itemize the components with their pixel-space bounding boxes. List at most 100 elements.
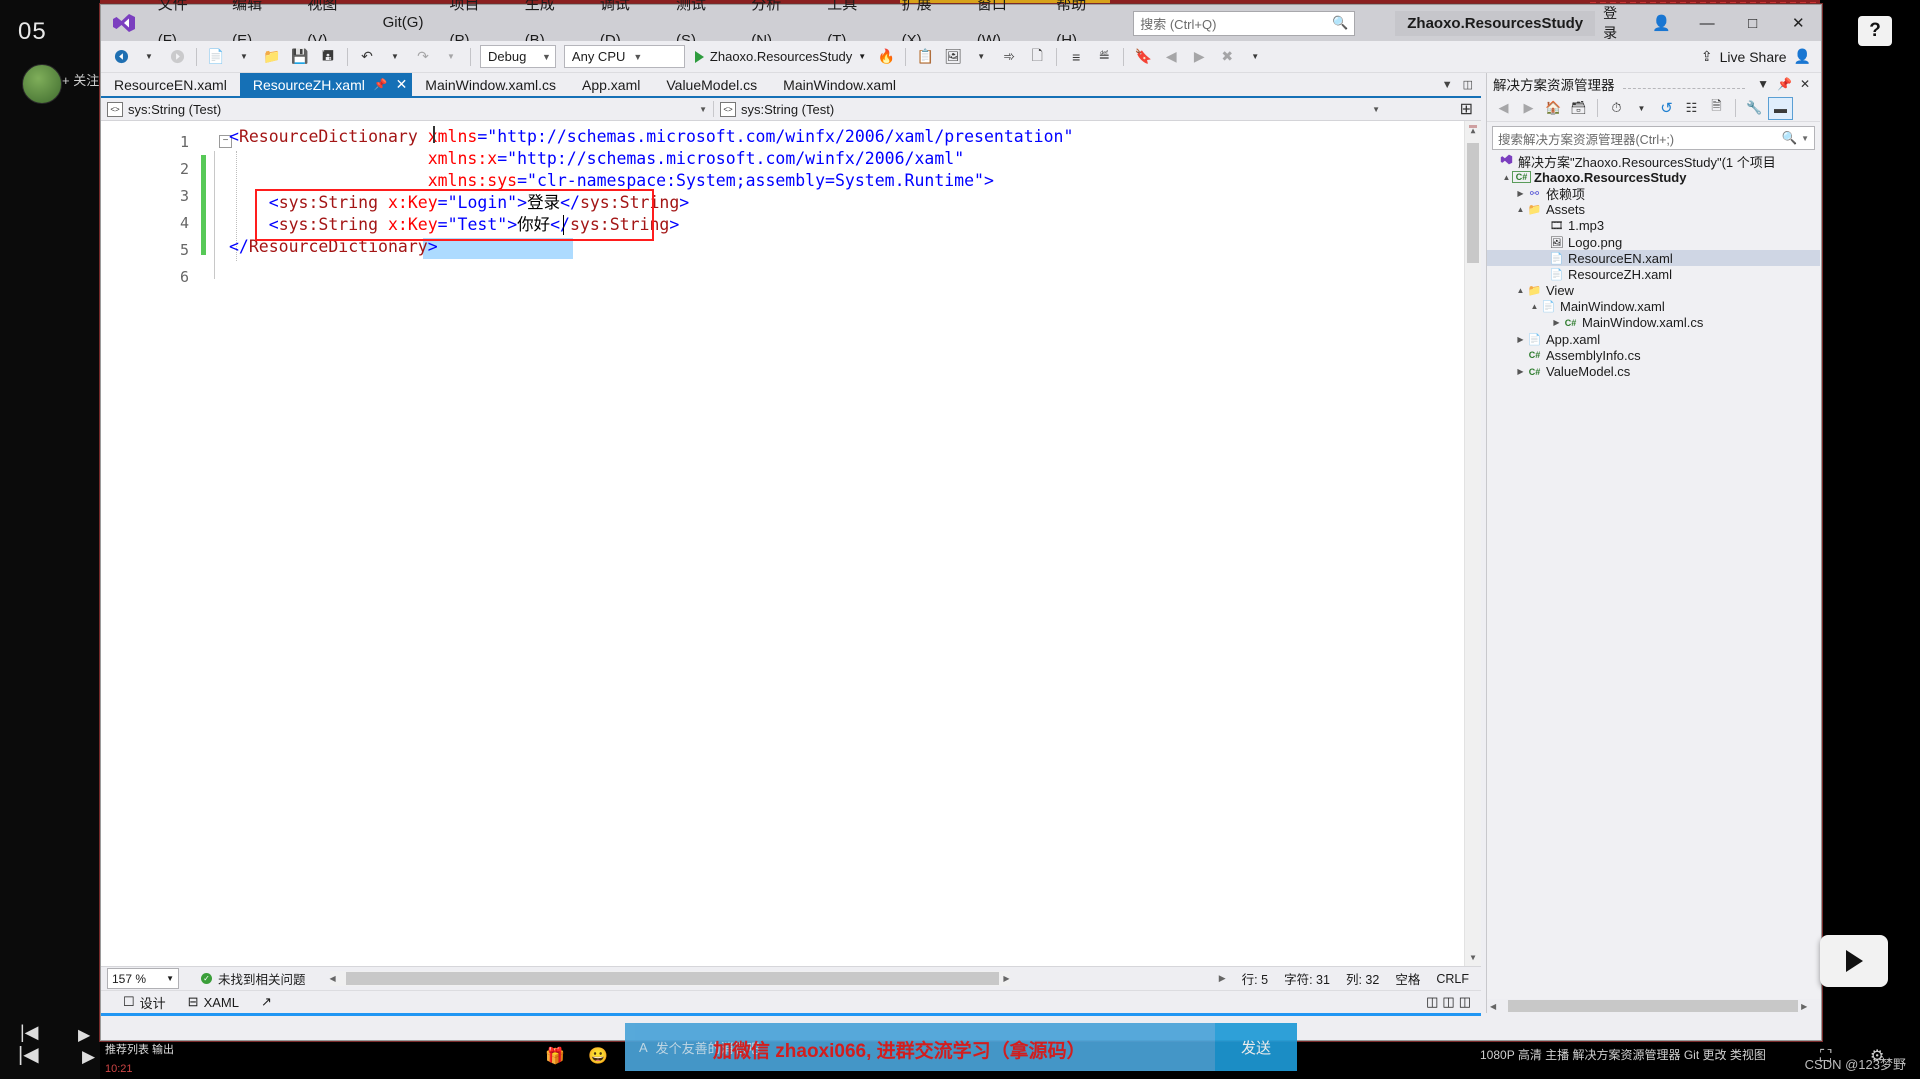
close-tab-icon[interactable]: ✕ bbox=[396, 76, 408, 93]
preview-selected-icon[interactable]: ▬ bbox=[1768, 96, 1793, 120]
tab-split-icon[interactable]: ◫ bbox=[1463, 78, 1473, 91]
layout-collapse-icon[interactable]: ◫ bbox=[1459, 994, 1471, 1010]
snapshot-dropdown-icon[interactable]: ▼ bbox=[967, 45, 995, 69]
tree-row-resourceen[interactable]: 📄 ResourceEN.xaml bbox=[1487, 250, 1820, 267]
tree-row-logo[interactable]: 🖼 Logo.png bbox=[1487, 234, 1820, 250]
doc-tab-mainwindow-xaml[interactable]: MainWindow.xaml bbox=[770, 73, 909, 96]
tree-expander[interactable]: ▶ bbox=[1515, 367, 1526, 376]
se-scroll-right-icon[interactable]: ▶ bbox=[1801, 1002, 1807, 1011]
clipboard-icon[interactable]: 📋 bbox=[911, 45, 939, 69]
comment-icon[interactable]: ≝ bbox=[1090, 45, 1118, 69]
editor-vertical-scrollbar[interactable]: ▲ ▼ bbox=[1464, 121, 1481, 966]
account-icon[interactable]: 👤 bbox=[1639, 6, 1685, 40]
chevron-down-icon-se[interactable]: ▼ bbox=[1630, 98, 1653, 119]
se-scroll-left-icon[interactable]: ◀ bbox=[1490, 1002, 1496, 1011]
editor-scroll-thumb[interactable] bbox=[1467, 143, 1479, 263]
solution-icon[interactable]: 🗃 bbox=[1567, 98, 1590, 119]
minimize-button[interactable]: — bbox=[1684, 6, 1730, 40]
follow-button[interactable]: + 关注 bbox=[62, 70, 99, 89]
tree-row-view[interactable]: ▲ 📁 View bbox=[1487, 283, 1820, 299]
zoom-level-select[interactable]: 157 % ▼ bbox=[107, 968, 179, 989]
split-view-icon[interactable]: ⊞ bbox=[1452, 99, 1481, 119]
collapse-all-icon[interactable]: ☷ bbox=[1680, 98, 1703, 119]
format-lines-icon[interactable]: ≡ bbox=[1062, 45, 1090, 69]
video-play-overlay-button[interactable] bbox=[1820, 935, 1888, 987]
taskbar-left-labels[interactable]: 推荐列表 输出 bbox=[105, 1041, 174, 1057]
tree-row-assemblyinfo[interactable]: C# AssemblyInfo.cs bbox=[1487, 347, 1820, 363]
toolbar-overflow-icon[interactable]: ▼ bbox=[1241, 45, 1269, 69]
scroll-left-arrow-icon[interactable]: ◀ bbox=[330, 974, 336, 983]
taskbar-emoji-icon[interactable]: 😀 bbox=[588, 1046, 608, 1066]
doc-tab-app-xaml[interactable]: App.xaml bbox=[569, 73, 654, 96]
open-file-icon[interactable]: 📁 bbox=[258, 45, 286, 69]
configuration-combo[interactable]: Debug ▼ bbox=[480, 45, 556, 68]
tree-row-mainwindow-xaml[interactable]: ▲ 📄 MainWindow.xaml bbox=[1487, 299, 1820, 315]
new-project-icon[interactable]: 📄 bbox=[202, 45, 230, 69]
start-debug-button[interactable]: Zhaoxo.ResourcesStudy ▼ bbox=[689, 45, 872, 68]
run-target-dropdown-icon[interactable]: ▼ bbox=[858, 52, 866, 61]
menu-git[interactable]: Git(G) bbox=[370, 5, 437, 41]
navbar-scope-left[interactable]: <> sys:String (Test) ▼ bbox=[101, 100, 713, 118]
scroll-up-arrow-icon[interactable]: ▲ bbox=[1465, 121, 1481, 139]
taskbar-right-info[interactable]: 1080P 高清 主播 解决方案资源管理器 Git 更改 类视图 bbox=[1480, 1046, 1766, 1063]
tree-expander[interactable]: ▶ bbox=[1551, 318, 1562, 327]
solution-explorer-hscrollbar[interactable]: ◀ ▶ bbox=[1487, 999, 1820, 1013]
save-all-icon[interactable]: 🖪 bbox=[314, 45, 342, 69]
tree-row-resourcezh[interactable]: 📄 ResourceZH.xaml bbox=[1487, 266, 1820, 282]
new-project-dropdown-icon[interactable]: ▼ bbox=[230, 45, 258, 69]
help-badge-icon[interactable]: ? bbox=[1858, 16, 1892, 46]
refresh-icon[interactable]: ↺ bbox=[1655, 98, 1678, 119]
scroll-down-arrow-icon[interactable]: ▼ bbox=[1465, 948, 1481, 966]
redo-icon[interactable]: ↷ bbox=[409, 45, 437, 69]
scroll-right-arrow-icon[interactable]: ▶ bbox=[1003, 974, 1009, 983]
copy-xaml-icon[interactable]: 🗋 bbox=[1023, 45, 1051, 69]
live-visual-tree-icon[interactable]: 🖼 bbox=[939, 45, 967, 69]
panel-menu-icon[interactable]: ▼ bbox=[1753, 77, 1773, 91]
navigate-back-dropdown-icon[interactable]: ▼ bbox=[135, 45, 163, 69]
indent-mode[interactable]: 空格 bbox=[1395, 969, 1420, 988]
navigate-forward-icon[interactable] bbox=[163, 45, 191, 69]
live-share-button[interactable]: ⇪ Live Share 👤 bbox=[1701, 48, 1821, 65]
close-button[interactable]: ✕ bbox=[1775, 6, 1821, 40]
show-all-files-icon[interactable]: 🗎 bbox=[1705, 98, 1728, 119]
taskbar-play-icon[interactable]: ▶ bbox=[82, 1047, 95, 1067]
properties-icon[interactable]: 🔧 bbox=[1743, 98, 1766, 119]
tree-row-valuemodel[interactable]: ▶ C# ValueModel.cs bbox=[1487, 363, 1820, 379]
navbar-scope-right[interactable]: <> sys:String (Test) ▼ bbox=[714, 100, 1386, 118]
undo-dropdown-icon[interactable]: ▼ bbox=[381, 45, 409, 69]
layout-vertical-icon[interactable]: ◫ bbox=[1426, 994, 1438, 1010]
solution-explorer-search-input[interactable]: 搜索解决方案资源管理器(Ctrl+;) 🔍 ▼ bbox=[1492, 126, 1815, 150]
navigate-back-icon[interactable] bbox=[107, 45, 135, 69]
forward-icon[interactable]: ▶ bbox=[1517, 98, 1540, 119]
pin-panel-icon[interactable]: 📌 bbox=[1773, 77, 1796, 91]
tree-expander[interactable]: ▲ bbox=[1515, 205, 1526, 214]
tree-row-mainwindow-cs[interactable]: ▶ C# MainWindow.xaml.cs bbox=[1487, 315, 1820, 331]
pending-changes-icon[interactable]: ⏱ bbox=[1605, 98, 1628, 119]
save-icon[interactable]: 💾 bbox=[286, 45, 314, 69]
tree-row-solution[interactable]: 解决方案"Zhaoxo.ResourcesStudy"(1 个项目 bbox=[1487, 153, 1820, 170]
chevron-down-icon-navleft[interactable]: ▼ bbox=[699, 105, 707, 114]
avatar[interactable] bbox=[22, 64, 62, 104]
pop-out-designer-button[interactable]: ↗ bbox=[261, 994, 272, 1010]
chat-input-bar[interactable]: A 发个友善的消息吧 加微信 zhaoxi066, 进群交流学习（拿源码） 发送 bbox=[625, 1023, 1297, 1071]
taskbar-gift-icon[interactable]: 🎁 bbox=[545, 1046, 565, 1066]
undo-icon[interactable]: ↶ bbox=[353, 45, 381, 69]
layout-horizontal-icon[interactable]: ◫ bbox=[1442, 994, 1454, 1010]
taskbar-prev-icon[interactable]: |◀ bbox=[18, 1042, 39, 1067]
eol-mode[interactable]: CRLF bbox=[1436, 972, 1469, 986]
tree-row-app-xaml[interactable]: ▶ 📄 App.xaml bbox=[1487, 331, 1820, 347]
tree-row-dependencies[interactable]: ▶ ⚯ 依赖项 bbox=[1487, 185, 1820, 202]
tab-list-dropdown-icon[interactable]: ▼ bbox=[1442, 79, 1453, 91]
bookmark-prev-icon[interactable]: ◀ bbox=[1157, 45, 1185, 69]
tree-row-project[interactable]: ▲ C# Zhaoxo.ResourcesStudy bbox=[1487, 169, 1820, 185]
home-icon[interactable]: 🏠 bbox=[1542, 98, 1565, 119]
tree-row-mp3[interactable]: 🎞 1.mp3 bbox=[1487, 218, 1820, 234]
editor-horizontal-scrollbar[interactable]: ◀ ▶ bbox=[329, 971, 1010, 986]
doc-tab-valuemodel-cs[interactable]: ValueModel.cs bbox=[653, 73, 771, 96]
search-options-icon[interactable]: ▼ bbox=[1801, 134, 1809, 143]
back-icon[interactable]: ◀ bbox=[1492, 98, 1515, 119]
select-element-icon[interactable]: ➾ bbox=[995, 45, 1023, 69]
code-editor[interactable]: 1 2 3 4 5 6 − <ResourceDictionary xmlns=… bbox=[101, 121, 1481, 966]
tree-row-assets[interactable]: ▲ 📁 Assets bbox=[1487, 202, 1820, 218]
sign-in-button[interactable]: 登录 bbox=[1595, 3, 1639, 43]
